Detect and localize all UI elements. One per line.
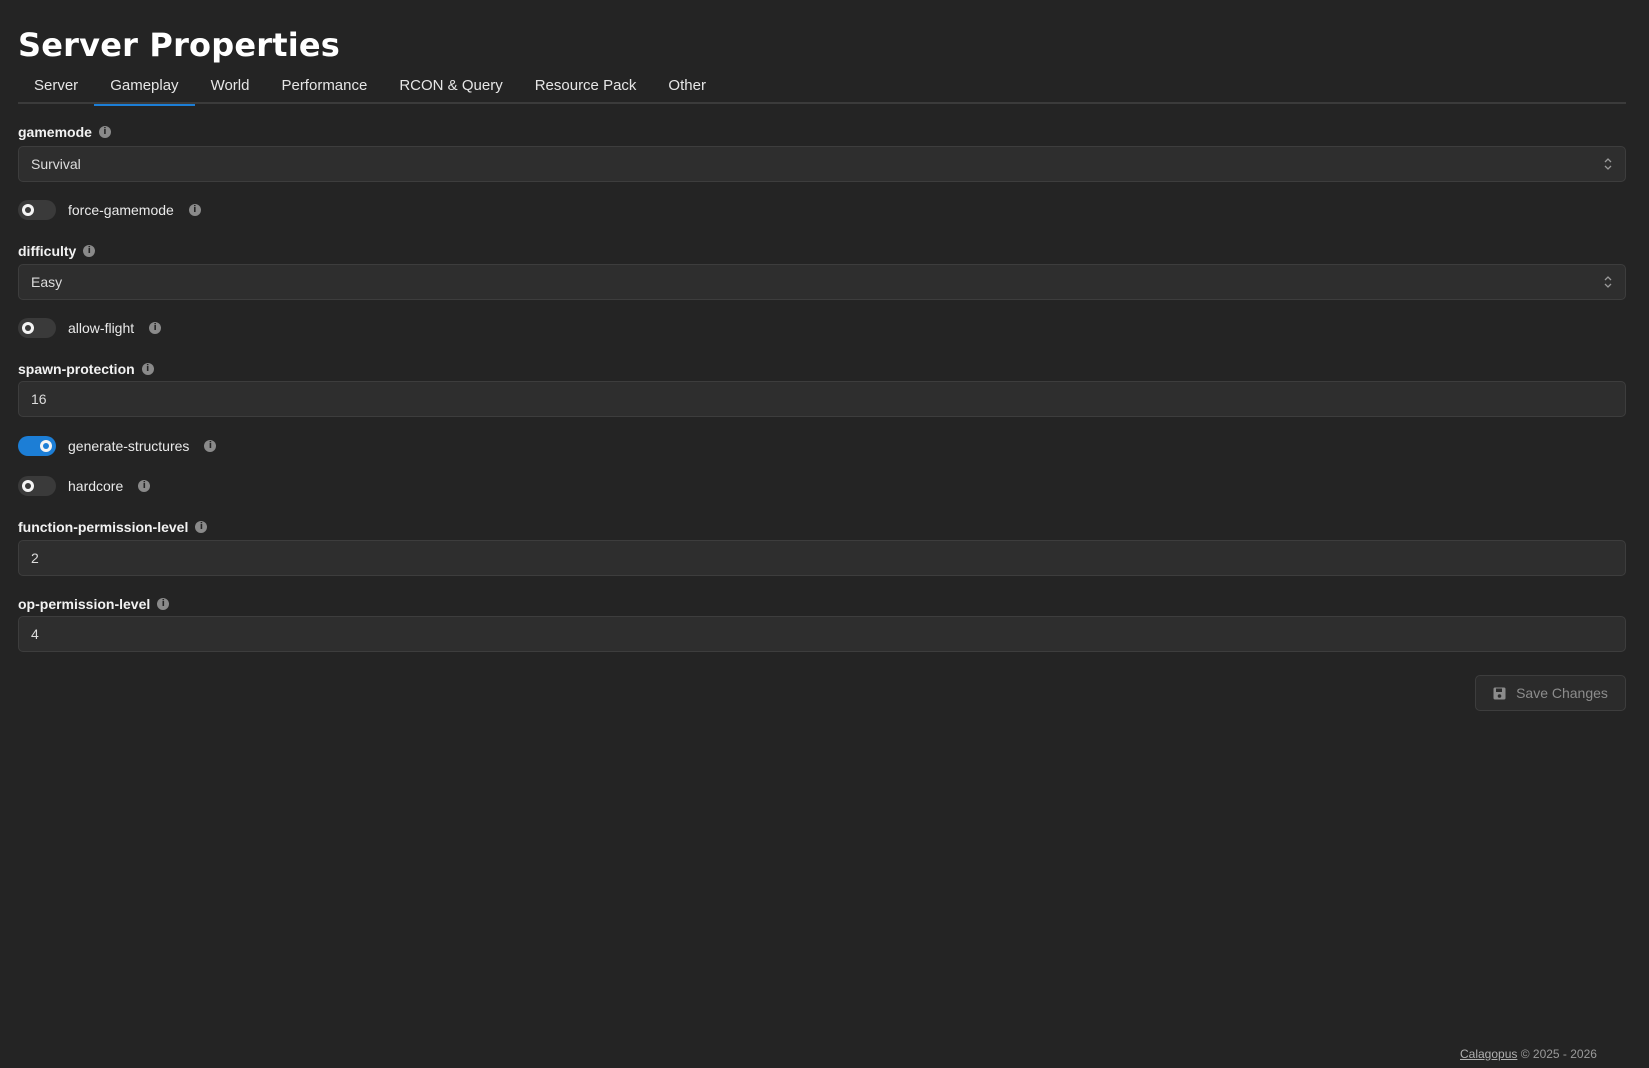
tab-other[interactable]: Other [652,72,722,104]
footer-copyright: © 2025 - 2026 [1520,1047,1597,1061]
spawn-protection-input[interactable]: 16 [18,381,1626,417]
difficulty-label-text: difficulty [18,243,77,259]
save-changes-button[interactable]: Save Changes [1475,675,1626,711]
allow-flight-row: allow-flight i [18,317,162,339]
allow-flight-label: allow-flight [68,320,135,336]
switch-knob [22,322,34,334]
spawn-protection-label: spawn-protection i [18,360,154,378]
info-icon[interactable]: i [188,204,201,216]
gamemode-select-value: Survival [31,156,81,172]
tab-world[interactable]: World [195,72,266,104]
switch-knob [22,204,34,216]
chevron-up-down-icon [1604,276,1612,288]
difficulty-select-value: Easy [31,274,63,290]
save-changes-label: Save Changes [1516,685,1608,701]
tab-performance[interactable]: Performance [265,72,383,104]
info-icon[interactable]: i [195,521,208,533]
info-icon[interactable]: i [204,440,217,452]
hardcore-switch[interactable] [18,476,56,496]
chevron-up-down-icon [1604,158,1612,170]
op-permission-level-input[interactable]: 4 [18,616,1626,652]
footer: Calagopus © 2025 - 2026 [1460,1047,1597,1061]
spawn-protection-label-text: spawn-protection [18,361,135,377]
generate-structures-switch[interactable] [18,436,56,456]
gamemode-select[interactable]: Survival [18,146,1626,182]
force-gamemode-switch[interactable] [18,200,56,220]
info-icon[interactable]: i [157,598,170,610]
difficulty-label: difficulty i [18,242,96,260]
hardcore-label: hardcore [68,478,124,494]
gamemode-label-text: gamemode [18,124,92,140]
allow-flight-switch[interactable] [18,318,56,338]
page-title: Server Properties [18,26,341,64]
force-gamemode-row: force-gamemode i [18,199,201,221]
force-gamemode-label: force-gamemode [68,202,174,218]
gamemode-label: gamemode i [18,123,111,141]
tab-resource-pack[interactable]: Resource Pack [519,72,653,104]
info-icon[interactable]: i [141,363,154,375]
difficulty-select[interactable]: Easy [18,264,1626,300]
info-icon[interactable]: i [149,322,162,334]
op-permission-level-label: op-permission-level i [18,595,170,613]
function-permission-level-input[interactable]: 2 [18,540,1626,576]
info-icon[interactable]: i [138,480,151,492]
hardcore-row: hardcore i [18,475,151,497]
floppy-disk-icon [1493,687,1506,699]
switch-knob [22,480,34,492]
info-icon[interactable]: i [98,126,111,138]
switch-knob [40,440,52,452]
info-icon[interactable]: i [83,245,96,257]
generate-structures-label: generate-structures [68,438,190,454]
function-permission-level-label-text: function-permission-level [18,519,189,535]
tab-gameplay[interactable]: Gameplay [94,72,195,106]
server-properties-page: Server Properties Server Gameplay World … [0,0,1649,1068]
tab-bar: Server Gameplay World Performance RCON &… [18,72,1626,106]
function-permission-level-label: function-permission-level i [18,518,208,536]
tab-rcon-query[interactable]: RCON & Query [383,72,518,104]
tab-server[interactable]: Server [18,72,94,104]
generate-structures-row: generate-structures i [18,435,217,457]
op-permission-level-label-text: op-permission-level [18,596,151,612]
footer-link-calagopus[interactable]: Calagopus [1460,1047,1517,1061]
